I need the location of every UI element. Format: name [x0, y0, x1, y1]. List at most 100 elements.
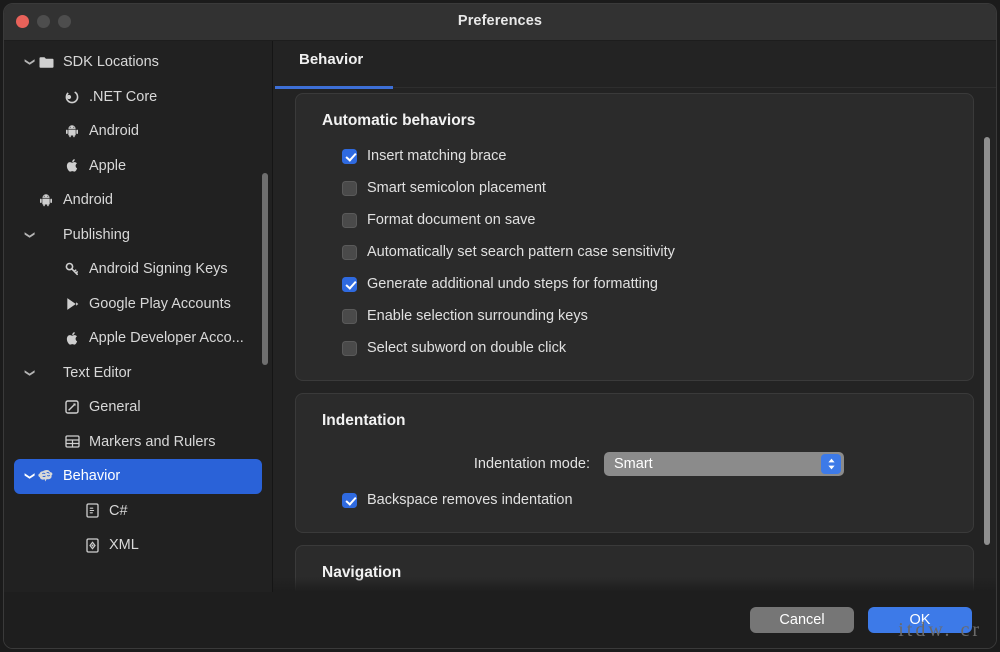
sidebar-item-label: Text Editor [63, 365, 132, 381]
checkbox-row[interactable]: Backspace removes indentation [318, 484, 951, 516]
section-title: Indentation [322, 412, 951, 430]
brain-icon [36, 469, 56, 483]
sidebar-item-xml[interactable]: ❯XML [14, 528, 262, 563]
sidebar-item-label: Markers and Rulers [89, 434, 216, 450]
apple-icon [62, 158, 82, 173]
sidebar-item-label: .NET Core [89, 89, 157, 105]
sidebar-scrollbar-thumb[interactable] [262, 173, 268, 365]
sidebar-item-label: SDK Locations [63, 54, 159, 70]
chevron-down-icon[interactable]: ❯ [24, 228, 34, 242]
sidebar-item-apple-developer-acco[interactable]: ❯Apple Developer Acco... [14, 321, 262, 356]
sidebar-item-label: General [89, 399, 141, 415]
google-play-icon [62, 297, 82, 311]
cancel-button[interactable]: Cancel [750, 607, 854, 633]
indentation-mode-label: Indentation mode: [318, 456, 604, 472]
sidebar-item-label: Apple [89, 158, 126, 174]
sidebar-item-label: Apple Developer Acco... [89, 330, 244, 346]
chevron-down-icon[interactable]: ❯ [24, 55, 34, 69]
checkbox-checked-icon[interactable] [342, 493, 357, 508]
checkbox-unchecked-icon[interactable] [342, 213, 357, 228]
sidebar-item-label: Publishing [63, 227, 130, 243]
android-icon [62, 124, 82, 138]
checkbox-label: Select subword on double click [367, 340, 566, 356]
sidebar-item-net-core[interactable]: ❯.NET Core [14, 80, 262, 115]
general-pencil-icon [62, 400, 82, 414]
sidebar-item-text-editor[interactable]: ❯ Text Editor [14, 356, 262, 391]
checkbox-label: Enable selection surrounding keys [367, 308, 588, 324]
detail-pane-scrollbar-thumb[interactable] [984, 137, 990, 545]
checkbox-label: Backspace removes indentation [367, 492, 573, 508]
section-title: Navigation [322, 564, 951, 582]
checkbox-row[interactable]: Select subword on double click [318, 332, 951, 364]
sidebar-item-sdk-locations[interactable]: ❯ SDK Locations [14, 45, 262, 80]
sidebar-item-general[interactable]: ❯General [14, 390, 262, 425]
checkbox-row[interactable]: Insert matching brace [318, 140, 951, 172]
checkbox-label: Insert matching brace [367, 148, 506, 164]
section-automatic-behaviors: Automatic behaviors Insert matching brac… [295, 93, 974, 381]
key-icon [62, 262, 82, 276]
dialog-footer: Cancel OK [4, 592, 996, 648]
section-title: Automatic behaviors [322, 112, 951, 130]
title-bar: Preferences [4, 4, 996, 41]
indentation-mode-value: Smart [614, 456, 653, 472]
csharp-file-icon [82, 503, 102, 518]
preferences-sidebar[interactable]: ❯SDK Locations❯.NET Core❯Android❯Apple❯A… [4, 41, 273, 649]
checkbox-row[interactable]: Format document on save [318, 204, 951, 236]
preferences-detail-pane: Behavior Automatic behaviors Insert matc… [273, 41, 996, 649]
sidebar-item-publishing[interactable]: ❯ Publishing [14, 218, 262, 253]
sidebar-item-label: XML [109, 537, 139, 553]
checkbox-checked-icon[interactable] [342, 149, 357, 164]
checkbox-label: Format document on save [367, 212, 535, 228]
sidebar-item-label: Android [89, 123, 139, 139]
indentation-mode-select[interactable]: Smart [604, 452, 844, 476]
chevron-down-icon[interactable]: ❯ [24, 469, 34, 483]
checkbox-row[interactable]: Enable selection surrounding keys [318, 300, 951, 332]
window-title: Preferences [4, 13, 996, 29]
sidebar-item-android[interactable]: ❯Android [14, 183, 262, 218]
checkbox-row[interactable]: Smart semicolon placement [318, 172, 951, 204]
ok-button[interactable]: OK [868, 607, 972, 633]
checkbox-label: Automatically set search pattern case se… [367, 244, 675, 260]
tab-bar-divider [393, 87, 996, 88]
xml-file-icon [82, 538, 102, 553]
apple-icon [62, 331, 82, 346]
chevron-updown-icon[interactable] [821, 454, 841, 474]
chevron-down-icon[interactable]: ❯ [24, 366, 34, 380]
checkbox-label: Smart semicolon placement [367, 180, 546, 196]
sidebar-item-label: Android [63, 192, 113, 208]
checkbox-checked-icon[interactable] [342, 277, 357, 292]
indentation-options: Backspace removes indentation [318, 484, 951, 516]
sidebar-item-behavior[interactable]: ❯ Behavior [14, 459, 262, 494]
checkbox-unchecked-icon[interactable] [342, 181, 357, 196]
section-indentation: Indentation Indentation mode: Smart [295, 393, 974, 533]
automatic-behaviors-options: Insert matching brace Smart semicolon pla… [318, 140, 951, 364]
sidebar-item-android-signing-keys[interactable]: ❯Android Signing Keys [14, 252, 262, 287]
sidebar-item-label: Google Play Accounts [89, 296, 231, 312]
checkbox-label: Generate additional undo steps for forma… [367, 276, 658, 292]
sidebar-item-apple[interactable]: ❯Apple [14, 149, 262, 184]
sidebar-item-android[interactable]: ❯Android [14, 114, 262, 149]
checkbox-unchecked-icon[interactable] [342, 341, 357, 356]
preferences-window: Preferences ❯SDK Locations❯.NET Core❯And… [3, 3, 997, 649]
settings-scroll-area[interactable]: Automatic behaviors Insert matching brac… [273, 89, 996, 595]
tab-bar: Behavior [273, 41, 996, 89]
sidebar-item-label: Behavior [63, 468, 120, 484]
sidebar-item-markers-and-rulers[interactable]: ❯Markers and Rulers [14, 425, 262, 460]
sidebar-item-label: Android Signing Keys [89, 261, 228, 277]
dotnet-icon [62, 90, 82, 104]
checkbox-row[interactable]: Automatically set search pattern case se… [318, 236, 951, 268]
section-navigation: Navigation [295, 545, 974, 595]
folder-icon [36, 56, 56, 69]
checkbox-unchecked-icon[interactable] [342, 245, 357, 260]
indentation-mode-row: Indentation mode: Smart [318, 444, 951, 484]
sidebar-list: ❯SDK Locations❯.NET Core❯Android❯Apple❯A… [4, 45, 272, 563]
sidebar-item-label: C# [109, 503, 128, 519]
tab-behavior[interactable]: Behavior [273, 51, 389, 89]
checkbox-unchecked-icon[interactable] [342, 309, 357, 324]
sidebar-item-c[interactable]: ❯C# [14, 494, 262, 529]
android-icon [36, 193, 56, 207]
sidebar-item-google-play-accounts[interactable]: ❯Google Play Accounts [14, 287, 262, 322]
checkbox-row[interactable]: Generate additional undo steps for forma… [318, 268, 951, 300]
window-body: ❯SDK Locations❯.NET Core❯Android❯Apple❯A… [4, 41, 996, 649]
markers-rulers-icon [62, 435, 82, 448]
